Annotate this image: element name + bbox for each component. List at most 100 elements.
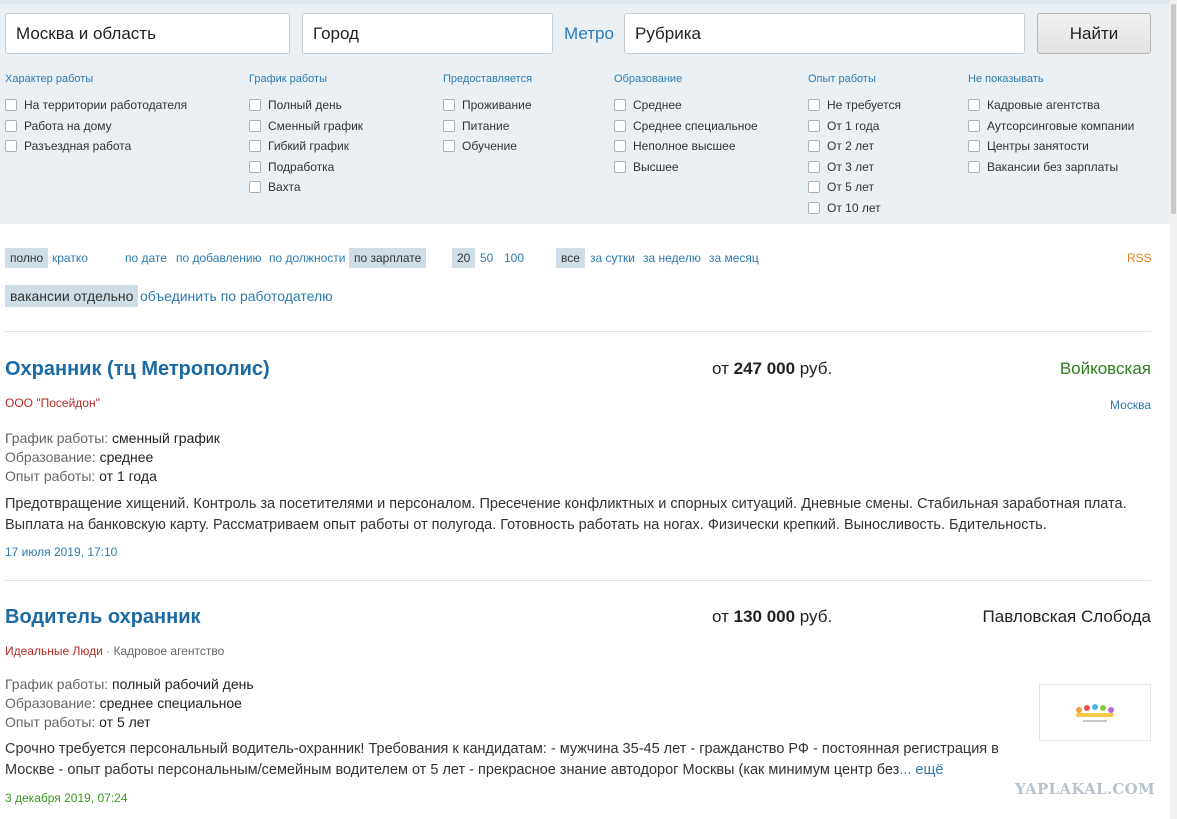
filter-group-work-type: Характер работы На территории работодате… [5, 73, 187, 157]
vacancy-description: Предотвращение хищений. Контроль за посе… [5, 496, 1127, 533]
checkbox[interactable] [808, 140, 820, 153]
filter-option[interactable]: Обучение [443, 136, 532, 157]
field-label: Опыт работы: [5, 714, 96, 730]
period-all[interactable]: все [556, 248, 585, 268]
vacancy-salary: от 247 000 руб. [712, 359, 832, 379]
vacancy-card: Водитель охранник от 130 000 руб. Павлов… [5, 606, 1151, 816]
filter-option[interactable]: Вахта [249, 177, 363, 198]
page-scrollbar[interactable] [1170, 0, 1177, 819]
vacancy-company[interactable]: Идеальные Люди [5, 644, 103, 658]
checkbox[interactable] [808, 119, 820, 132]
field-value: от 5 лет [99, 714, 151, 730]
filter-option-label: От 2 лет [827, 139, 874, 154]
checkbox[interactable] [808, 201, 820, 214]
filter-option[interactable]: От 3 лет [808, 157, 901, 178]
filter-group-schedule: График работы Полный день Сменный график… [249, 73, 363, 198]
checkbox[interactable] [968, 140, 980, 153]
city-input[interactable]: Город [302, 13, 553, 54]
vacancy-title[interactable]: Водитель охранник [5, 606, 201, 629]
filter-option-label: Среднее [633, 98, 682, 113]
checkbox[interactable] [808, 99, 820, 112]
filter-option[interactable]: Подработка [249, 157, 363, 178]
field-value: сменный график [112, 430, 220, 446]
filter-option[interactable]: Центры занятости [968, 136, 1134, 157]
watermark: YAPLAKAL.COM [1015, 780, 1155, 798]
filter-option[interactable]: Кадровые агентства [968, 95, 1134, 116]
checkbox[interactable] [808, 181, 820, 194]
checkbox[interactable] [5, 140, 17, 153]
filter-group-title: Характер работы [5, 73, 94, 85]
sort-by-position[interactable]: по должности [269, 248, 345, 268]
more-link[interactable]: ... ещё [899, 762, 943, 778]
filter-option[interactable]: Гибкий график [249, 136, 363, 157]
filter-option[interactable]: Аутсорсинговые компании [968, 116, 1134, 137]
filter-option-label: На территории работодателя [24, 98, 188, 113]
vacancy-title[interactable]: Охранник (тц Метрополис) [5, 358, 270, 381]
company-type: Кадровое агентство [113, 644, 225, 658]
filter-option[interactable]: Вакансии без зарплаты [968, 157, 1134, 178]
checkbox[interactable] [443, 119, 455, 132]
find-button[interactable]: Найти [1037, 13, 1151, 54]
filter-option[interactable]: От 5 лет [808, 177, 901, 198]
view-full-toggle[interactable]: полно [5, 248, 49, 268]
scrollbar-thumb[interactable] [1171, 4, 1176, 214]
checkbox[interactable] [808, 160, 820, 173]
period-month[interactable]: за месяц [709, 248, 759, 268]
checkbox[interactable] [968, 119, 980, 132]
filter-option[interactable]: Среднее [614, 95, 758, 116]
filter-option[interactable]: Не требуется [808, 95, 901, 116]
filter-option[interactable]: Высшее [614, 157, 758, 178]
vacancy-company[interactable]: ООО "Посейдон" [5, 396, 100, 410]
field-value: полный рабочий день [112, 676, 254, 692]
checkbox[interactable] [249, 181, 261, 194]
filter-option[interactable]: На территории работодателя [5, 95, 187, 116]
rss-link[interactable]: RSS [1127, 248, 1152, 268]
field-label: График работы: [5, 676, 109, 692]
filter-option[interactable]: Разъездная работа [5, 136, 187, 157]
company-logo[interactable] [1039, 684, 1151, 741]
search-filters-panel: Москва и область Город Метро Рубрика Най… [0, 4, 1170, 224]
checkbox[interactable] [5, 119, 17, 132]
region-input[interactable]: Москва и область [5, 13, 290, 54]
checkbox[interactable] [614, 140, 626, 153]
filter-option[interactable]: Питание [443, 116, 532, 137]
checkbox[interactable] [249, 99, 261, 112]
filter-option[interactable]: Полный день [249, 95, 363, 116]
per-page-50[interactable]: 50 [480, 248, 493, 268]
filter-option[interactable]: Сменный график [249, 116, 363, 137]
filter-option[interactable]: Среднее специальное [614, 116, 758, 137]
sort-by-salary[interactable]: по зарплате [349, 248, 427, 268]
checkbox[interactable] [614, 160, 626, 173]
vacancies-separate-toggle[interactable]: вакансии отдельно [5, 285, 139, 307]
period-day[interactable]: за сутки [590, 248, 635, 268]
filter-option[interactable]: Работа на дому [5, 116, 187, 137]
checkbox[interactable] [5, 99, 17, 112]
period-week[interactable]: за неделю [643, 248, 701, 268]
vacancy-experience: Опыт работы: от 1 года [5, 468, 157, 484]
filter-group-title: Предоставляется [443, 73, 533, 85]
checkbox[interactable] [249, 119, 261, 132]
checkbox[interactable] [249, 160, 261, 173]
sort-by-added[interactable]: по добавлению [176, 248, 262, 268]
per-page-20[interactable]: 20 [452, 248, 476, 268]
checkbox[interactable] [614, 119, 626, 132]
checkbox[interactable] [443, 140, 455, 153]
checkbox[interactable] [443, 99, 455, 112]
rubric-input[interactable]: Рубрика [624, 13, 1025, 54]
filter-option[interactable]: От 2 лет [808, 136, 901, 157]
view-short-toggle[interactable]: кратко [52, 248, 88, 268]
per-page-100[interactable]: 100 [504, 248, 524, 268]
metro-link[interactable]: Метро [564, 24, 614, 44]
filter-option-label: От 10 лет [827, 200, 881, 215]
checkbox[interactable] [249, 140, 261, 153]
filter-option[interactable]: От 10 лет [808, 198, 901, 219]
filter-option[interactable]: Проживание [443, 95, 532, 116]
filter-option[interactable]: Неполное высшее [614, 136, 758, 157]
filter-option[interactable]: От 1 года [808, 116, 901, 137]
vacancy-city[interactable]: Москва [1110, 398, 1151, 412]
checkbox[interactable] [968, 99, 980, 112]
sort-by-date[interactable]: по дате [125, 248, 167, 268]
checkbox[interactable] [968, 160, 980, 173]
checkbox[interactable] [614, 99, 626, 112]
merge-by-employer-link[interactable]: объединить по работодателю [140, 285, 333, 307]
